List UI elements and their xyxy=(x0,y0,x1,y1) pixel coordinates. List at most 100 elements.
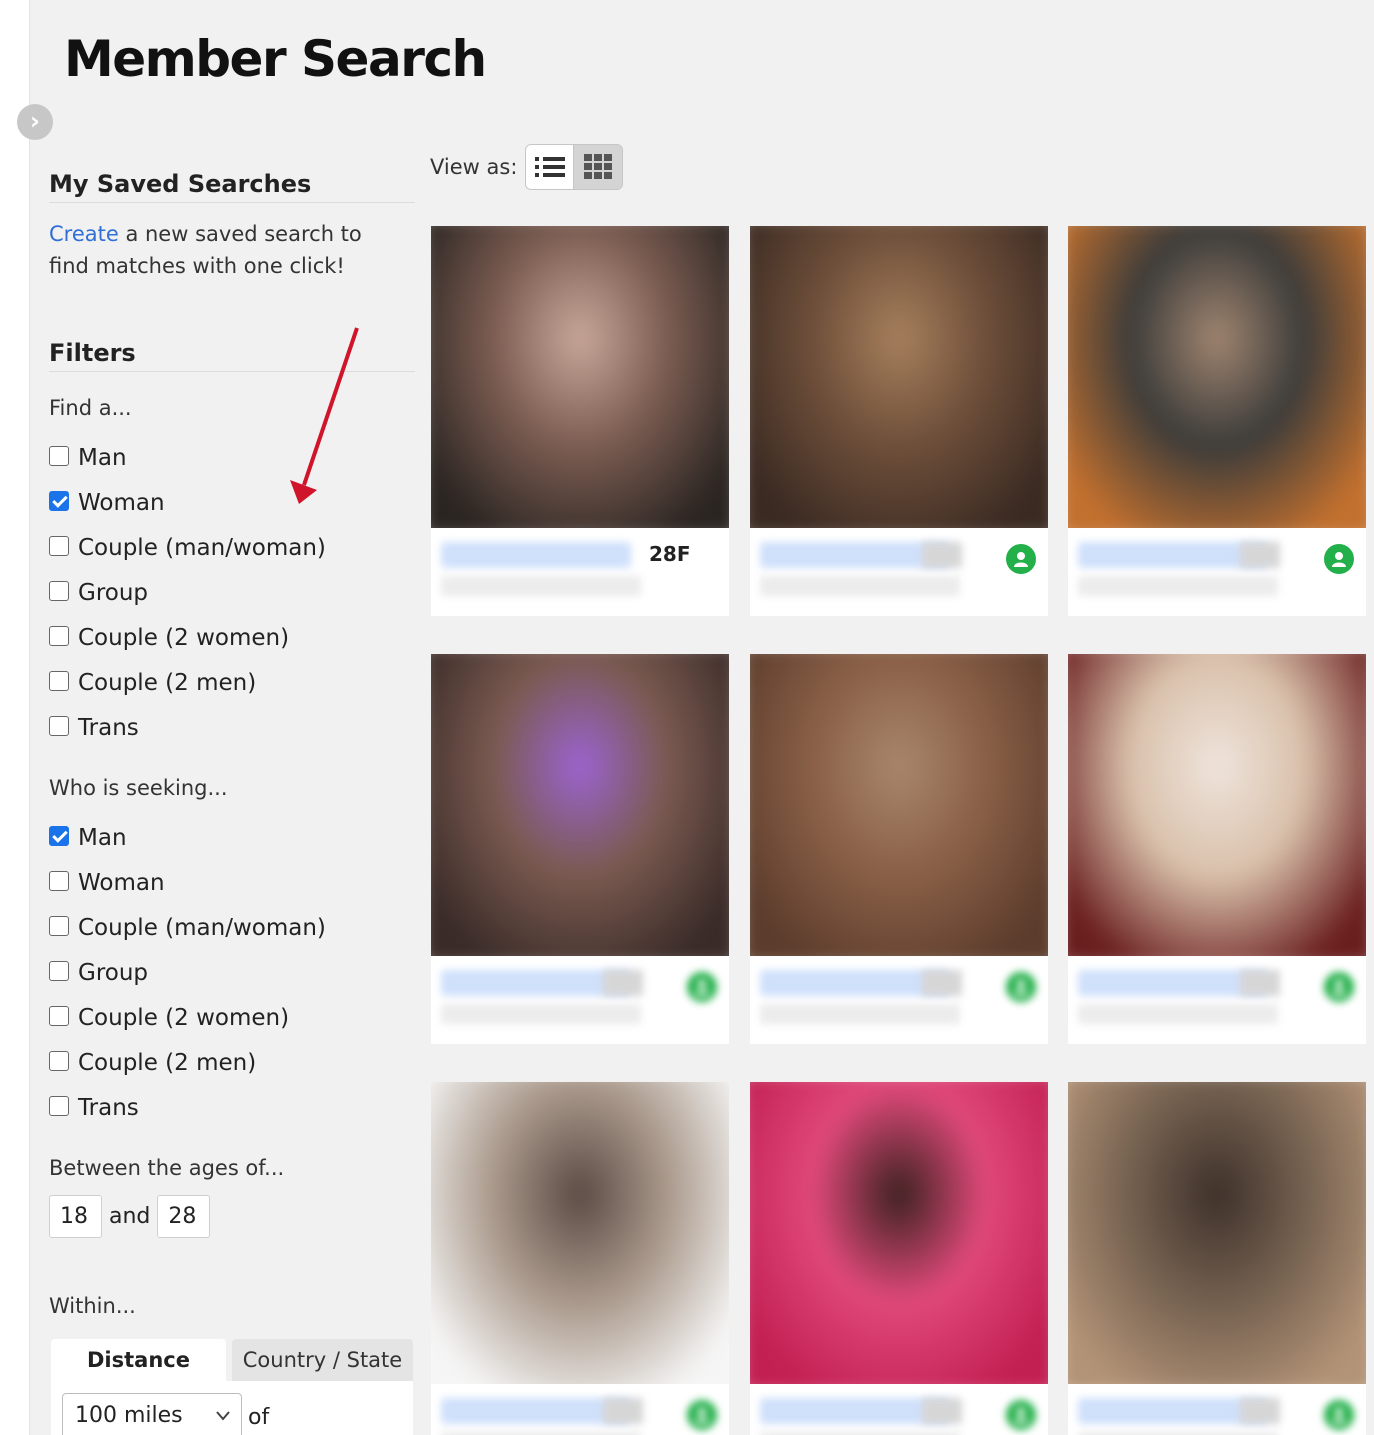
tab-distance[interactable]: Distance xyxy=(51,1339,226,1381)
seeking-option[interactable]: Couple (2 women) xyxy=(49,1003,289,1033)
age-range: 18 and 28 xyxy=(49,1195,211,1238)
seeking-checkbox[interactable] xyxy=(49,871,69,891)
annotation-arrow-icon xyxy=(290,327,359,504)
seeking-option[interactable]: Man xyxy=(49,823,127,853)
find-a-option[interactable]: Couple (2 women) xyxy=(49,623,289,653)
member-card[interactable] xyxy=(431,1082,729,1435)
find-a-option-label: Trans xyxy=(78,715,139,741)
member-info xyxy=(750,958,1048,1044)
find-a-option-label: Man xyxy=(78,445,127,471)
find-a-checkbox[interactable] xyxy=(49,626,69,646)
member-info xyxy=(750,530,1048,616)
seeking-option[interactable]: Trans xyxy=(49,1093,139,1123)
find-a-option[interactable]: Couple (2 men) xyxy=(49,668,256,698)
seeking-checkbox[interactable] xyxy=(49,916,69,936)
list-view-button[interactable] xyxy=(526,145,575,189)
member-age-sex-blurred xyxy=(1240,1398,1280,1424)
member-info: 28F xyxy=(431,530,729,616)
age-max-input[interactable]: 28 xyxy=(157,1195,211,1238)
find-a-option-label: Group xyxy=(78,580,149,606)
find-a-label: Find a... xyxy=(49,396,132,420)
find-a-option[interactable]: Trans xyxy=(49,713,139,743)
member-photo[interactable] xyxy=(750,1082,1048,1384)
member-photo[interactable] xyxy=(431,1082,729,1384)
member-card[interactable] xyxy=(750,226,1048,616)
seeking-option-label: Man xyxy=(78,825,127,851)
tab-country-state[interactable]: Country / State xyxy=(232,1339,413,1381)
find-a-checkbox[interactable] xyxy=(49,446,69,466)
member-location-blurred xyxy=(760,576,960,596)
seeking-checkbox[interactable] xyxy=(49,961,69,981)
seeking-option[interactable]: Woman xyxy=(49,868,165,898)
online-status-icon xyxy=(1006,972,1036,1002)
online-status-icon xyxy=(1006,544,1036,574)
seeking-checkbox[interactable] xyxy=(49,1096,69,1116)
online-status-icon xyxy=(687,1400,717,1430)
find-a-option[interactable]: Group xyxy=(49,578,148,608)
member-info xyxy=(1068,958,1366,1044)
member-card[interactable] xyxy=(750,654,1048,1044)
member-card[interactable] xyxy=(1068,1082,1366,1435)
member-info xyxy=(1068,530,1366,616)
age-and-label: and xyxy=(109,1204,151,1229)
member-age-sex-blurred xyxy=(1240,970,1280,996)
find-a-checkbox[interactable] xyxy=(49,491,69,511)
member-photo[interactable] xyxy=(431,226,729,528)
member-photo[interactable] xyxy=(750,226,1048,528)
find-a-checkbox[interactable] xyxy=(49,581,69,601)
member-card[interactable] xyxy=(1068,654,1366,1044)
find-a-checkbox[interactable] xyxy=(49,536,69,556)
grid-view-button[interactable] xyxy=(574,145,623,189)
find-a-option-label: Couple (man/woman) xyxy=(78,535,326,561)
member-photo[interactable] xyxy=(431,654,729,956)
find-a-checkbox[interactable] xyxy=(49,716,69,736)
list-icon xyxy=(534,157,565,177)
saved-searches-title: My Saved Searches xyxy=(49,170,415,203)
location-tabs: Distance Country / State 100 miles of xyxy=(51,1339,413,1435)
online-status-icon xyxy=(1324,972,1354,1002)
seeking-option-label: Couple (2 women) xyxy=(78,1005,290,1031)
member-info xyxy=(1068,1386,1366,1435)
view-as-control: View as: xyxy=(430,144,624,190)
distance-select-value: 100 miles xyxy=(75,1403,183,1428)
member-age-sex-blurred xyxy=(603,970,643,996)
distance-select[interactable]: 100 miles xyxy=(62,1393,242,1435)
seeking-checkbox[interactable] xyxy=(49,826,69,846)
member-photo[interactable] xyxy=(1068,226,1366,528)
seeking-option[interactable]: Couple (man/woman) xyxy=(49,913,326,943)
expand-sidebar-button[interactable]: › xyxy=(17,104,53,140)
member-age-sex-blurred xyxy=(922,1398,962,1424)
member-photo[interactable] xyxy=(1068,654,1366,956)
seeking-option-label: Couple (man/woman) xyxy=(78,915,326,941)
member-location-blurred xyxy=(1078,1004,1278,1024)
member-age-sex-blurred xyxy=(1240,542,1280,568)
view-toggle xyxy=(525,144,624,190)
age-range-label: Between the ages of... xyxy=(49,1156,285,1180)
find-a-option[interactable]: Woman xyxy=(49,488,165,518)
member-card[interactable] xyxy=(431,654,729,1044)
find-a-checkbox[interactable] xyxy=(49,671,69,691)
online-status-icon xyxy=(1324,1400,1354,1430)
create-saved-search-link[interactable]: Create xyxy=(49,222,119,246)
age-min-input[interactable]: 18 xyxy=(49,1195,102,1238)
seeking-checkbox[interactable] xyxy=(49,1006,69,1026)
seeking-option[interactable]: Couple (2 men) xyxy=(49,1048,256,1078)
find-a-option-label: Couple (2 men) xyxy=(78,670,257,696)
find-a-option[interactable]: Man xyxy=(49,443,127,473)
member-location-blurred xyxy=(1078,576,1278,596)
member-info xyxy=(431,958,729,1044)
seeking-option-label: Trans xyxy=(78,1095,139,1121)
seeking-option[interactable]: Group xyxy=(49,958,148,988)
member-location-blurred xyxy=(441,576,641,596)
view-as-label: View as: xyxy=(430,155,518,179)
member-card[interactable] xyxy=(750,1082,1048,1435)
find-a-option-label: Woman xyxy=(78,490,165,516)
find-a-option[interactable]: Couple (man/woman) xyxy=(49,533,326,563)
saved-searches-text: Create a new saved search to find matche… xyxy=(49,218,399,282)
member-card[interactable] xyxy=(1068,226,1366,616)
member-username-blurred[interactable] xyxy=(441,542,631,568)
seeking-checkbox[interactable] xyxy=(49,1051,69,1071)
member-photo[interactable] xyxy=(1068,1082,1366,1384)
member-card[interactable]: 28F xyxy=(431,226,729,616)
member-photo[interactable] xyxy=(750,654,1048,956)
